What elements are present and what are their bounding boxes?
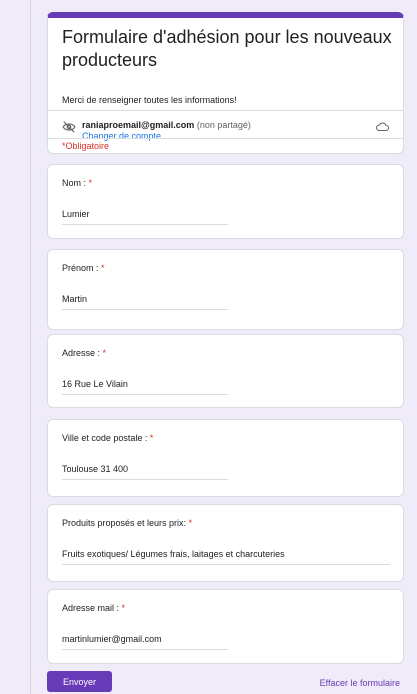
question-label: Nom : * (62, 178, 93, 188)
question-label: Prénom : * (62, 263, 105, 273)
account-not-shared: (non partagé) (196, 120, 251, 130)
question-label: Ville et code postale : * (62, 433, 154, 443)
cloud-off-icon[interactable] (376, 122, 389, 132)
form-title: Formulaire d'adhésion pour les nouveaux … (62, 27, 392, 70)
eye-off-icon (62, 121, 76, 133)
question-label: Adresse : * (62, 348, 107, 358)
header-divider (48, 110, 403, 111)
question-card-email: Adresse mail : * martinlumier@gmail.com (47, 589, 404, 664)
form-description: Merci de renseigner toutes les informati… (62, 95, 237, 105)
submit-button[interactable]: Envoyer (47, 671, 112, 692)
email-input[interactable]: martinlumier@gmail.com (62, 634, 228, 650)
question-card-produits: Produits proposés et leurs prix: * Fruit… (47, 504, 404, 582)
question-card-nom: Nom : * Lumier (47, 164, 404, 239)
required-note: *Obligatoire (62, 141, 110, 151)
nom-input[interactable]: Lumier (62, 209, 228, 225)
question-card-ville: Ville et code postale : * Toulouse 31 40… (47, 419, 404, 497)
ville-input[interactable]: Toulouse 31 400 (62, 464, 228, 480)
clear-form-button[interactable]: Effacer le formulaire (320, 678, 400, 688)
question-label: Produits proposés et leurs prix: * (62, 518, 193, 528)
produits-input[interactable]: Fruits exotiques/ Légumes frais, laitage… (62, 549, 390, 565)
question-card-adresse: Adresse : * 16 Rue Le Vilain (47, 334, 404, 408)
form-header-card: Formulaire d'adhésion pour les nouveaux … (47, 12, 404, 154)
account-email: raniaproemail@gmail.com (82, 120, 195, 130)
switch-account-link[interactable]: Changer de compte (82, 131, 161, 141)
question-label: Adresse mail : * (62, 603, 126, 613)
question-card-prenom: Prénom : * Martin (47, 249, 404, 330)
account-divider (48, 138, 403, 139)
prenom-input[interactable]: Martin (62, 294, 228, 310)
adresse-input[interactable]: 16 Rue Le Vilain (62, 379, 228, 395)
